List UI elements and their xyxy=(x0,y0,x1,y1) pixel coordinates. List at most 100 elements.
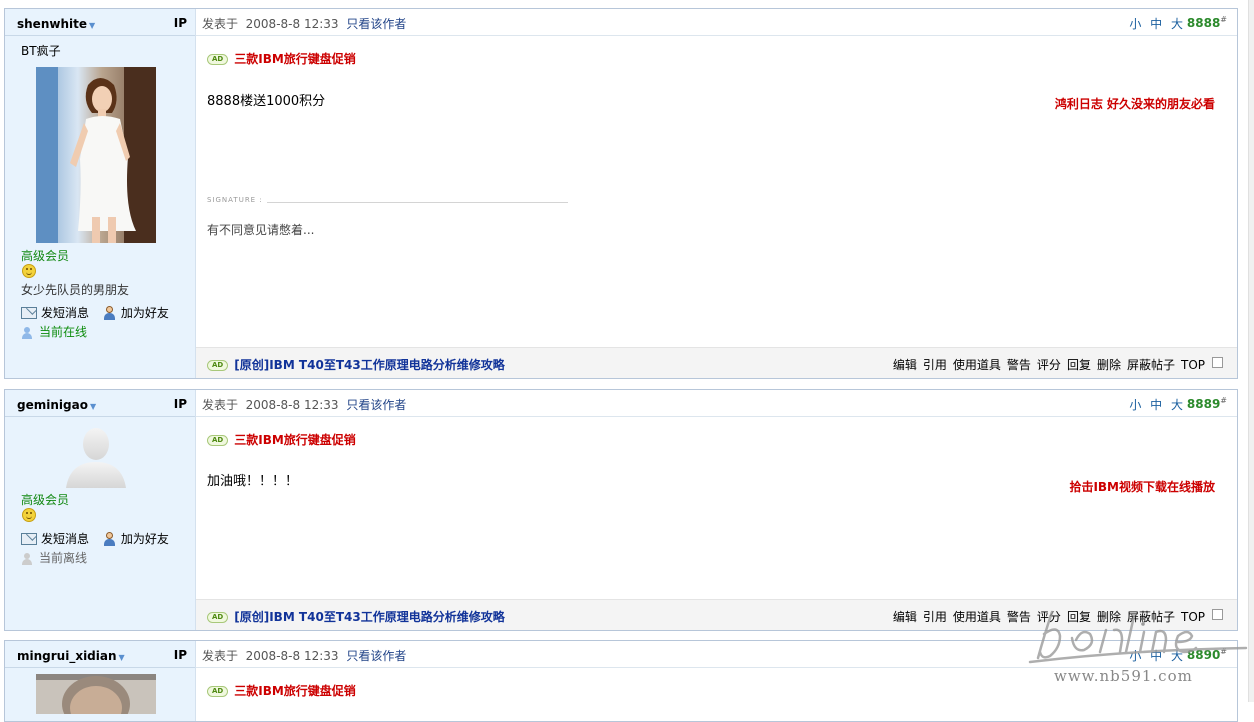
reply-button[interactable]: 回复 xyxy=(1067,358,1091,372)
delete-button[interactable]: 删除 xyxy=(1097,610,1121,624)
post-footer: AD [原创]IBM T40至T43工作原理电路分析维修攻略 编辑 引用 使用道具 警告… xyxy=(196,599,1237,630)
post-options: 编辑 引用 使用道具 警告 评分 回复 删除 屏蔽帖子 TOP xyxy=(887,608,1205,625)
send-message-link[interactable]: 发短消息 xyxy=(41,304,89,321)
side-ad-link[interactable]: 拾击IBM视频下载在线播放 xyxy=(1069,478,1215,495)
avatar[interactable] xyxy=(36,426,156,488)
ip-label[interactable]: IP xyxy=(174,397,187,411)
warn-button[interactable]: 警告 xyxy=(1007,610,1031,624)
rate-button[interactable]: 评分 xyxy=(1037,358,1061,372)
post-8889: geminigao ▼ IP 高级会员 发短消息 加为好友 当前离线 发表于 2… xyxy=(4,389,1238,631)
font-size-switcher[interactable]: 小 中 大 xyxy=(1129,647,1183,664)
post-meta: 发表于 2008-8-8 12:33 只看该作者 小 中 大 8888# xyxy=(196,9,1237,36)
username[interactable]: mingrui_xidian ▼ xyxy=(17,649,125,663)
quote-button[interactable]: 引用 xyxy=(923,358,947,372)
user-title: 女少先队员的男朋友 xyxy=(21,283,130,297)
delete-button[interactable]: 删除 xyxy=(1097,358,1121,372)
post-date: 2008-8-8 12:33 xyxy=(245,398,339,412)
floor-number[interactable]: 8888# xyxy=(1187,15,1227,30)
top-button[interactable]: TOP xyxy=(1181,358,1205,372)
post-content: 加油哦！！！！ xyxy=(207,474,299,489)
ip-label[interactable]: IP xyxy=(174,648,187,662)
add-friend-icon[interactable] xyxy=(103,305,117,320)
only-author-link[interactable]: 只看该作者 xyxy=(346,398,406,412)
online-status: 当前在线 xyxy=(21,323,87,340)
username[interactable]: shenwhite ▼ xyxy=(17,17,95,31)
font-size-switcher[interactable]: 小 中 大 xyxy=(1129,15,1183,32)
user-rank: 高级会员 xyxy=(21,249,70,263)
edit-button[interactable]: 编辑 xyxy=(893,610,917,624)
use-tool-button[interactable]: 使用道具 xyxy=(953,358,1001,372)
side-ad-link[interactable]: 鸿利日志 好久没来的朋友必看 xyxy=(1055,95,1215,112)
select-checkbox[interactable] xyxy=(1212,357,1223,368)
username-row: geminigao ▼ IP xyxy=(5,390,195,417)
ad-badge-icon: AD xyxy=(207,612,229,623)
ad-badge-icon: AD xyxy=(207,360,229,371)
avatar[interactable] xyxy=(36,67,156,243)
send-message-link[interactable]: 发短消息 xyxy=(41,530,89,547)
post-body: 发表于 2008-8-8 12:33 只看该作者 小 中 大 8889# AD 三… xyxy=(196,390,1237,630)
user-custom-title: BT疯子 xyxy=(21,44,61,58)
add-friend-icon[interactable] xyxy=(103,531,117,546)
post-meta: 发表于 2008-8-8 12:33 只看该作者 小 中 大 8889# xyxy=(196,390,1237,417)
user-actions: 发短消息 加为好友 xyxy=(21,304,169,321)
post-ad-link[interactable]: AD 三款IBM旅行键盘促销 xyxy=(207,431,356,448)
add-friend-link[interactable]: 加为好友 xyxy=(121,530,169,547)
add-friend-link[interactable]: 加为好友 xyxy=(121,304,169,321)
username[interactable]: geminigao ▼ xyxy=(17,398,96,412)
user-panel: geminigao ▼ IP 高级会员 发短消息 加为好友 当前离线 xyxy=(5,390,196,630)
select-checkbox[interactable] xyxy=(1212,609,1223,620)
edit-button[interactable]: 编辑 xyxy=(893,358,917,372)
dropdown-arrow-icon[interactable]: ▼ xyxy=(90,402,96,411)
vertical-scrollbar[interactable] xyxy=(1248,0,1254,702)
user-status-icon xyxy=(21,552,33,565)
use-tool-button[interactable]: 使用道具 xyxy=(953,610,1001,624)
post-info: 发表于 2008-8-8 12:33 只看该作者 xyxy=(202,17,407,31)
post-ad-link[interactable]: AD 三款IBM旅行键盘促销 xyxy=(207,682,356,699)
mail-icon[interactable] xyxy=(21,532,37,545)
post-content: 8888楼送1000积分 xyxy=(207,94,326,109)
only-author-link[interactable]: 只看该作者 xyxy=(346,649,406,663)
warn-button[interactable]: 警告 xyxy=(1007,358,1031,372)
post-footer: AD [原创]IBM T40至T43工作原理电路分析维修攻略 编辑 引用 使用道具 警告… xyxy=(196,347,1237,378)
signature-text: 有不同意见请憋着... xyxy=(207,223,315,237)
rate-button[interactable]: 评分 xyxy=(1037,610,1061,624)
reply-button[interactable]: 回复 xyxy=(1067,610,1091,624)
post-date: 2008-8-8 12:33 xyxy=(245,649,339,663)
only-author-link[interactable]: 只看该作者 xyxy=(346,17,406,31)
top-button[interactable]: TOP xyxy=(1181,610,1205,624)
dropdown-arrow-icon[interactable]: ▼ xyxy=(89,21,95,30)
footer-ad-link[interactable]: AD [原创]IBM T40至T43工作原理电路分析维修攻略 xyxy=(207,608,505,625)
ip-label[interactable]: IP xyxy=(174,16,187,30)
mail-icon[interactable] xyxy=(21,306,37,319)
post-8890: mingrui_xidian ▼ IP 发表于 2008-8-8 12:33 只看… xyxy=(4,640,1238,722)
post-ad-link[interactable]: AD 三款IBM旅行键盘促销 xyxy=(207,50,356,67)
user-rank: 高级会员 xyxy=(21,493,70,507)
ad-badge-icon: AD xyxy=(207,686,229,697)
post-body: 发表于 2008-8-8 12:33 只看该作者 小 中 大 8890# AD 三… xyxy=(196,641,1237,721)
online-status: 当前离线 xyxy=(21,549,87,566)
avatar[interactable] xyxy=(36,674,156,722)
block-post-button[interactable]: 屏蔽帖子 xyxy=(1127,358,1175,372)
post-info: 发表于 2008-8-8 12:33 只看该作者 xyxy=(202,398,407,412)
user-status-icon xyxy=(21,326,33,339)
block-post-button[interactable]: 屏蔽帖子 xyxy=(1127,610,1175,624)
dropdown-arrow-icon[interactable]: ▼ xyxy=(119,653,125,662)
post-date: 2008-8-8 12:33 xyxy=(245,17,339,31)
signature-label: SIGNATURE : xyxy=(207,196,267,204)
avatar-photo xyxy=(36,67,156,243)
font-size-switcher[interactable]: 小 中 大 xyxy=(1129,396,1183,413)
user-actions: 发短消息 加为好友 xyxy=(21,530,169,547)
quote-button[interactable]: 引用 xyxy=(923,610,947,624)
user-panel: shenwhite ▼ IP BT疯子 高级会员 女少先队员的男朋友 发短消息 … xyxy=(5,9,196,378)
post-body: 发表于 2008-8-8 12:33 只看该作者 小 中 大 8888# AD 三… xyxy=(196,9,1237,378)
footer-ad-link[interactable]: AD [原创]IBM T40至T43工作原理电路分析维修攻略 xyxy=(207,356,505,373)
floor-number[interactable]: 8889# xyxy=(1187,396,1227,411)
post-meta: 发表于 2008-8-8 12:33 只看该作者 小 中 大 8890# xyxy=(196,641,1237,668)
default-avatar-icon xyxy=(66,428,126,488)
floor-number[interactable]: 8890# xyxy=(1187,647,1227,662)
ad-badge-icon: AD xyxy=(207,54,229,65)
ad-badge-icon: AD xyxy=(207,435,229,446)
smiley-icon xyxy=(22,264,36,278)
post-8888: shenwhite ▼ IP BT疯子 高级会员 女少先队员的男朋友 发短消息 … xyxy=(4,8,1238,379)
post-options: 编辑 引用 使用道具 警告 评分 回复 删除 屏蔽帖子 TOP xyxy=(887,356,1205,373)
